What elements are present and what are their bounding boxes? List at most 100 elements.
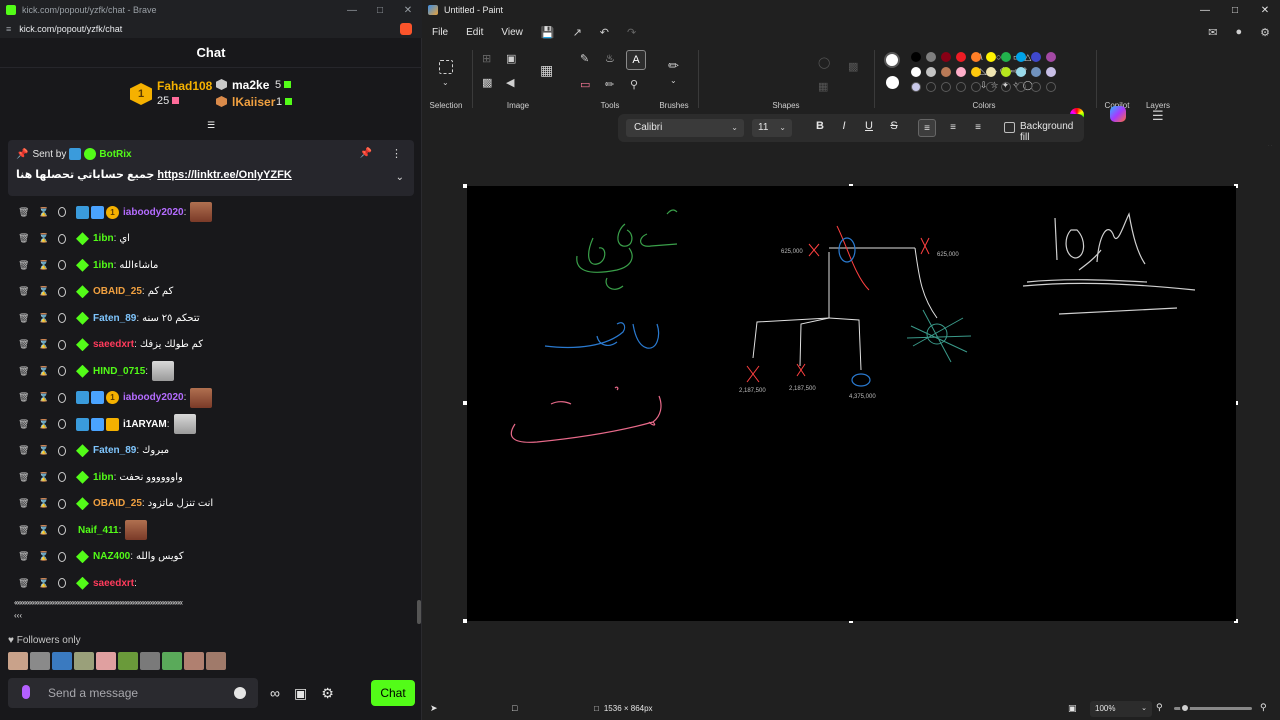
collapse-leaderboard-icon[interactable]: ☰ — [205, 120, 217, 130]
maximize-icon[interactable]: □ — [366, 0, 394, 20]
delete-message-icon[interactable]: 🗑 — [18, 472, 29, 483]
image-ai-icon[interactable]: ▦ — [540, 62, 553, 79]
leader-2-name[interactable]: ma2ke — [232, 78, 269, 92]
strikethrough-icon[interactable]: S — [886, 120, 902, 132]
align-left-icon[interactable]: ≡ — [918, 119, 936, 137]
color-2-swatch[interactable] — [886, 76, 899, 89]
ban-icon[interactable] — [58, 207, 66, 218]
ban-icon[interactable] — [58, 260, 66, 271]
ban-icon[interactable] — [58, 472, 66, 483]
chat-username[interactable]: saeedxrt — [93, 339, 134, 350]
timeout-icon[interactable]: ⌛ — [38, 551, 49, 562]
zoom-out-icon[interactable]: ⚲ — [1156, 702, 1163, 713]
zoom-slider-thumb[interactable] — [1180, 703, 1190, 713]
ban-icon[interactable] — [58, 445, 66, 456]
palette-color[interactable] — [941, 67, 951, 77]
palette-color[interactable] — [926, 67, 936, 77]
custom-color-slot[interactable] — [1001, 82, 1011, 92]
redo-icon[interactable]: ↷ — [627, 26, 636, 39]
palette-color[interactable] — [1046, 67, 1056, 77]
timeout-icon[interactable]: ⌛ — [38, 498, 49, 509]
chat-username[interactable]: iaboody2020 — [123, 207, 184, 218]
palette-color[interactable] — [1016, 67, 1026, 77]
share-feedback-icon[interactable]: ✉ — [1208, 26, 1217, 39]
custom-color-slot[interactable] — [1046, 82, 1056, 92]
more-options-icon[interactable]: ⋮ — [391, 147, 402, 160]
palette-color[interactable] — [1016, 52, 1026, 62]
palette-color[interactable] — [1001, 67, 1011, 77]
timeout-icon[interactable]: ⌛ — [38, 233, 49, 244]
chat-username[interactable]: 1ibn — [93, 260, 114, 271]
maximize-icon[interactable]: □ — [1220, 0, 1250, 20]
rotate-icon[interactable]: ▩ — [482, 76, 492, 89]
palette-color[interactable] — [1031, 67, 1041, 77]
timeout-icon[interactable]: ⌛ — [38, 339, 49, 350]
drawing-canvas[interactable]: 625,000 625,000 2,187,500 2,187,500 4,37… — [467, 186, 1236, 621]
timeout-icon[interactable]: ⌛ — [38, 260, 49, 271]
close-icon[interactable]: ✕ — [1250, 0, 1280, 20]
palette-color[interactable] — [956, 52, 966, 62]
delete-message-icon[interactable]: 🗑 — [18, 578, 29, 589]
unpin-icon[interactable]: 📌 — [360, 148, 372, 159]
chat-input[interactable]: Send a message — [8, 678, 258, 708]
chat-username[interactable]: Naif_411 — [78, 525, 119, 536]
chat-username[interactable]: Faten_89 — [93, 445, 136, 456]
custom-color-slot[interactable] — [941, 82, 951, 92]
color-picker-icon[interactable]: ✏ — [605, 78, 614, 91]
background-fill-checkbox[interactable] — [1004, 122, 1015, 133]
expand-chevron-icon[interactable]: ⌄ — [396, 172, 404, 183]
emote-7[interactable] — [140, 652, 160, 670]
custom-color-slot[interactable] — [1016, 82, 1026, 92]
delete-message-icon[interactable]: 🗑 — [18, 313, 29, 324]
leader-3-name[interactable]: lKaiiser — [232, 95, 275, 109]
emote-5[interactable] — [96, 652, 116, 670]
select-rectangle-icon[interactable] — [439, 60, 453, 74]
pinned-sender[interactable]: BotRix — [99, 149, 131, 160]
brave-shields-icon[interactable] — [400, 23, 412, 35]
palette-color[interactable] — [956, 67, 966, 77]
font-family-select[interactable]: Calibri ⌄ — [626, 119, 744, 137]
settings-icon[interactable]: ⚙ — [1260, 26, 1270, 39]
delete-message-icon[interactable]: 🗑 — [18, 525, 29, 536]
account-icon[interactable]: ● — [1235, 26, 1242, 39]
palette-color[interactable] — [1031, 52, 1041, 62]
italic-icon[interactable]: I — [836, 120, 852, 132]
emote-4[interactable] — [74, 652, 94, 670]
kicks-icon[interactable]: ∞ — [270, 685, 280, 702]
save-icon[interactable]: 💾 — [541, 26, 555, 39]
chat-username[interactable]: i1ARYAM — [123, 419, 167, 430]
copilot-icon[interactable] — [1110, 106, 1126, 122]
timeout-icon[interactable]: ⌛ — [38, 525, 49, 536]
crop-icon[interactable]: ⊞ — [482, 52, 491, 65]
menu-edit[interactable]: Edit — [466, 27, 483, 38]
delete-message-icon[interactable]: 🗑 — [18, 207, 29, 218]
emote-3[interactable] — [52, 652, 72, 670]
ban-icon[interactable] — [58, 392, 66, 403]
delete-message-icon[interactable]: 🗑 — [18, 551, 29, 562]
bold-icon[interactable]: B — [812, 120, 828, 132]
address-bar[interactable]: ≡ kick.com/popout/yzfk/chat — [0, 20, 422, 38]
timeout-icon[interactable]: ⌛ — [38, 207, 49, 218]
emote-9[interactable] — [184, 652, 204, 670]
delete-message-icon[interactable]: 🗑 — [18, 286, 29, 297]
emoji-icon[interactable] — [234, 687, 246, 699]
text-tool-icon[interactable]: A — [626, 50, 646, 70]
timeout-icon[interactable]: ⌛ — [38, 392, 49, 403]
delete-message-icon[interactable]: 🗑 — [18, 339, 29, 350]
zoom-select[interactable]: 100% ⌄ — [1090, 701, 1152, 717]
menu-file[interactable]: File — [432, 27, 448, 38]
chat-input-placeholder[interactable]: Send a message — [48, 686, 138, 700]
emote-1[interactable] — [8, 652, 28, 670]
brush-dropdown-icon[interactable]: ⌄ — [670, 76, 677, 85]
undo-icon[interactable]: ↶ — [600, 26, 609, 39]
custom-color-slot[interactable] — [1031, 82, 1041, 92]
delete-message-icon[interactable]: 🗑 — [18, 419, 29, 430]
minimize-icon[interactable]: — — [338, 0, 366, 20]
ban-icon[interactable] — [58, 286, 66, 297]
pinned-link[interactable]: https://linktr.ee/OnlyYZFK — [157, 169, 291, 181]
timeout-icon[interactable]: ⌛ — [38, 286, 49, 297]
palette-color[interactable] — [941, 52, 951, 62]
url-text[interactable]: kick.com/popout/yzfk/chat — [19, 24, 122, 34]
ban-icon[interactable] — [58, 233, 66, 244]
custom-color-slot[interactable] — [926, 82, 936, 92]
